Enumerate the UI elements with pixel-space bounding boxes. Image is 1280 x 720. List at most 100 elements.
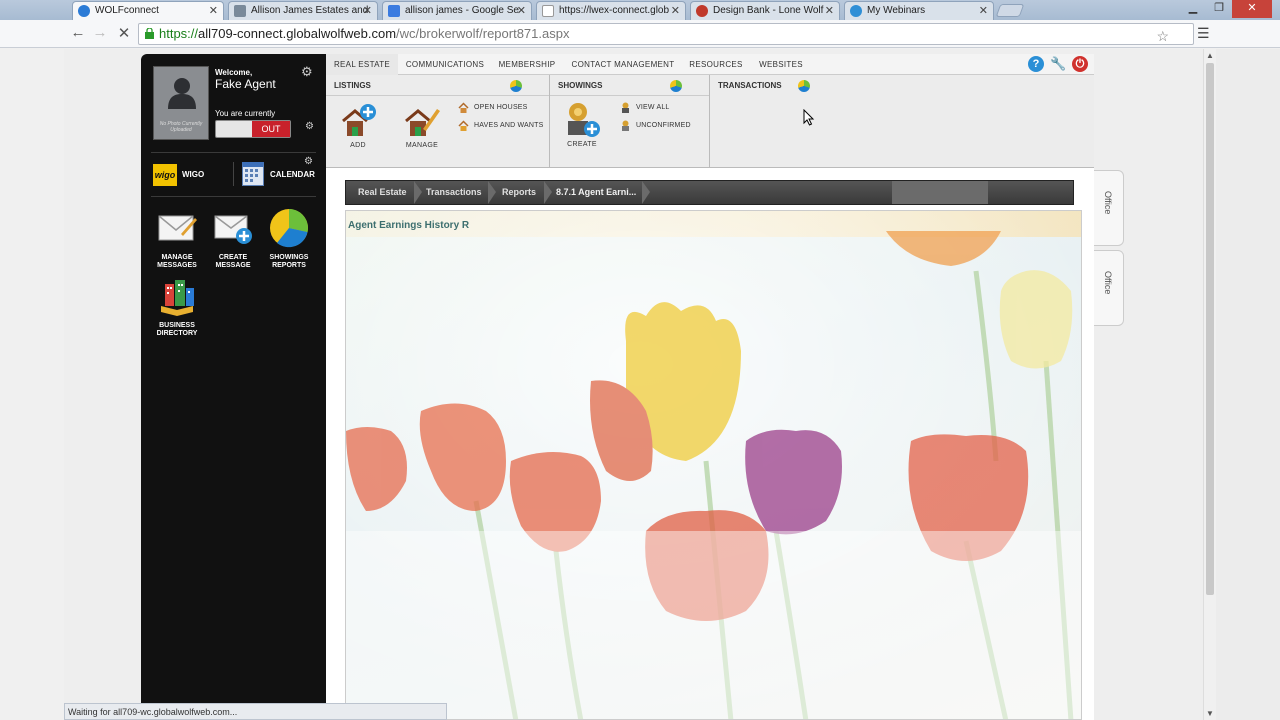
calendar-grid-icon	[245, 169, 258, 182]
tab-membership[interactable]: MEMBERSHIP	[494, 54, 560, 75]
tab-title: Allison James Estates and	[251, 5, 369, 16]
open-houses-link[interactable]: OPEN HOUSES	[458, 102, 528, 113]
haves-and-wants-link[interactable]: HAVES AND WANTS	[458, 120, 544, 131]
unconfirmed-showings-link[interactable]: UNCONFIRMED	[620, 120, 691, 131]
showings-reports-app[interactable]: SHOWINGS REPORTS	[266, 208, 312, 272]
browser-tab-google-search[interactable]: allison james - Google Se ✕	[382, 1, 532, 20]
browser-tab-wolfconnect[interactable]: WOLFconnect ✕	[72, 1, 224, 20]
open-houses-label: OPEN HOUSES	[474, 104, 528, 111]
report-frame: Agent Earnings History R	[345, 210, 1082, 720]
calendar-icon[interactable]	[242, 162, 264, 186]
breadcrumb-end-icon	[642, 181, 650, 204]
tab-communications[interactable]: COMMUNICATIONS	[402, 54, 488, 75]
house-manage-icon	[405, 109, 440, 136]
bookmark-star-icon[interactable]: ☆	[1156, 28, 1169, 45]
avatar[interactable]: No Photo Currently Uploaded	[153, 66, 209, 140]
listings-panel: LISTINGS ADD MANAGE OPEN HOUSES HAVES AN…	[326, 75, 550, 168]
url-scheme: https://	[159, 26, 199, 41]
stop-loading-icon[interactable]: ✕	[114, 24, 134, 42]
calendar-link[interactable]: CALENDAR	[270, 171, 315, 179]
browser-tab-allison-james-estates[interactable]: Allison James Estates and ✕	[228, 1, 378, 20]
business-directory-app[interactable]: BUSINESS DIRECTORY	[154, 280, 200, 340]
tab-title: allison james - Google Se	[405, 5, 519, 16]
browser-tab-my-webinars[interactable]: My Webinars ✕	[844, 1, 994, 20]
listings-report-pie-icon[interactable]	[510, 80, 522, 92]
envelope-plus-icon	[214, 215, 252, 244]
office-tab-label: Office	[1103, 271, 1113, 295]
welcome-label: Welcome,	[215, 68, 253, 77]
close-tab-icon[interactable]: ✕	[825, 4, 834, 17]
transactions-report-pie-icon[interactable]	[798, 80, 810, 92]
wigo-link[interactable]: WIGO	[182, 171, 204, 179]
sidebar-divider	[151, 152, 316, 153]
breadcrumb-current-report[interactable]: 8.7.1 Agent Earni...	[546, 181, 636, 204]
office-side-tab-2[interactable]: Office	[1094, 250, 1124, 326]
browser-tabstrip: WOLFconnect ✕ Allison James Estates and …	[0, 0, 1280, 20]
open-house-icon	[458, 102, 469, 113]
close-tab-icon[interactable]: ✕	[671, 4, 680, 17]
view-all-label: VIEW ALL	[636, 104, 670, 111]
help-icon[interactable]: ?	[1028, 56, 1044, 72]
close-tab-icon[interactable]: ✕	[517, 4, 526, 17]
manage-messages-label: MANAGE MESSAGES	[157, 254, 197, 269]
add-label: ADD	[350, 142, 366, 149]
tab-title: My Webinars	[867, 5, 926, 16]
manage-listings-button[interactable]: MANAGE	[400, 103, 444, 149]
scrollbar-thumb[interactable]	[1206, 63, 1214, 595]
close-tab-icon[interactable]: ✕	[979, 4, 988, 17]
transactions-panel: TRANSACTIONS	[710, 75, 1094, 168]
breadcrumb-transactions[interactable]: Transactions	[416, 181, 482, 204]
manage-messages-app[interactable]: MANAGE MESSAGES	[154, 212, 200, 272]
browser-tab-lwex-connect[interactable]: https://lwex-connect.glob ✕	[536, 1, 686, 20]
page-favicon-icon	[234, 5, 246, 17]
restore-icon[interactable]: ❐	[1206, 0, 1232, 18]
profile-settings-gear-icon[interactable]: ⚙	[301, 64, 313, 80]
view-all-showings-link[interactable]: VIEW ALL	[620, 102, 670, 113]
status-settings-gear-icon[interactable]: ⚙	[305, 121, 314, 132]
tab-websites[interactable]: WEBSITES	[754, 54, 808, 75]
person-silhouette-icon	[168, 78, 196, 109]
tab-title: https://lwex-connect.glob	[559, 5, 670, 16]
in-out-toggle[interactable]: OUT	[215, 120, 291, 138]
back-arrow-icon[interactable]: ←	[68, 24, 88, 41]
scroll-down-icon[interactable]: ▼	[1206, 709, 1214, 718]
calendar-settings-gear-icon[interactable]: ⚙	[304, 156, 313, 167]
office-side-tab[interactable]: Office	[1094, 170, 1124, 246]
tab-resources[interactable]: RESOURCES	[686, 54, 746, 75]
breadcrumb-reports[interactable]: Reports	[492, 181, 536, 204]
tab-real-estate[interactable]: REAL ESTATE	[326, 54, 398, 75]
close-tab-icon[interactable]: ✕	[363, 4, 372, 17]
report-title: Agent Earnings History R	[348, 220, 470, 231]
browser-status-bar: Waiting for all709-wc.globalwolfweb.com.…	[64, 703, 447, 720]
wrench-settings-icon[interactable]: 🔧	[1050, 56, 1066, 72]
buildings-book-icon	[161, 280, 194, 316]
listings-heading: LISTINGS	[334, 81, 371, 90]
browser-tab-design-bank[interactable]: Design Bank - Lone Wolf ✕	[690, 1, 840, 20]
breadcrumb-real-estate[interactable]: Real Estate	[348, 181, 407, 204]
scroll-up-icon[interactable]: ▲	[1206, 51, 1214, 60]
page-scrollbar[interactable]: ▲ ▼	[1203, 49, 1216, 720]
forward-arrow-icon[interactable]: →	[90, 24, 110, 41]
create-message-app[interactable]: CREATE MESSAGE	[210, 212, 256, 272]
address-bar[interactable]: https://all709-connect.globalwolfweb.com…	[138, 23, 1194, 45]
browser-menu-icon[interactable]: ☰	[1197, 25, 1210, 42]
blank-page-favicon-icon	[542, 5, 554, 17]
tab-contact-management[interactable]: CONTACT MANAGEMENT	[568, 54, 678, 75]
close-window-icon[interactable]: ✕	[1232, 0, 1272, 18]
showings-report-pie-icon[interactable]	[670, 80, 682, 92]
tulip-background-image	[346, 211, 1081, 719]
minimize-icon[interactable]: ▁	[1180, 0, 1206, 18]
google-favicon-icon	[388, 5, 400, 17]
url-host: all709-connect.globalwolfweb.com	[198, 26, 397, 41]
tab-title: WOLFconnect	[95, 5, 159, 16]
add-listing-button[interactable]: ADD	[338, 103, 378, 149]
page-margin	[1216, 49, 1280, 720]
close-tab-icon[interactable]: ✕	[209, 4, 218, 17]
create-showing-button[interactable]: CREATE	[562, 101, 602, 148]
new-tab-button[interactable]	[995, 4, 1025, 17]
panel-divider	[326, 95, 549, 96]
logout-power-icon[interactable]: ⏻	[1072, 56, 1088, 72]
toggle-state: OUT	[252, 121, 290, 137]
unconfirmed-label: UNCONFIRMED	[636, 122, 691, 129]
wigo-logo-icon[interactable]: wigo	[153, 164, 177, 186]
